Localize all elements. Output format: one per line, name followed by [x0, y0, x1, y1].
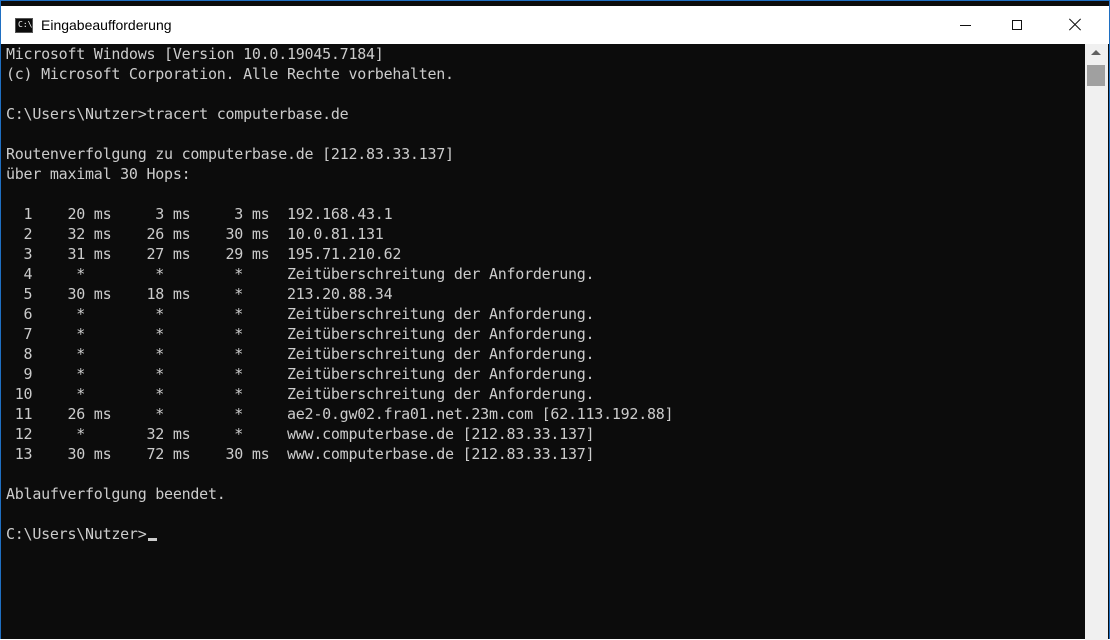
console-line: 10 * * * Zeitüberschreitung der Anforder…	[6, 385, 595, 403]
title-bar[interactable]: C:\. Eingabeaufforderung	[1, 6, 1109, 44]
vertical-scrollbar[interactable]	[1085, 44, 1108, 640]
close-icon	[1069, 19, 1081, 31]
console-line: C:\Users\Nutzer>tracert computerbase.de	[6, 105, 349, 123]
console-line: (c) Microsoft Corporation. Alle Rechte v…	[6, 65, 454, 83]
scrollbar-thumb[interactable]	[1087, 65, 1105, 86]
console-line: 11 26 ms * * ae2-0.gw02.fra01.net.23m.co…	[6, 405, 674, 423]
console-line: 13 30 ms 72 ms 30 ms www.computerbase.de…	[6, 445, 595, 463]
console-output[interactable]: Microsoft Windows [Version 10.0.19045.71…	[6, 44, 1081, 640]
console-line: 3 31 ms 27 ms 29 ms 195.71.210.62	[6, 245, 402, 263]
console-icon[interactable]: C:\.	[15, 18, 37, 33]
window-title: Eingabeaufforderung	[41, 17, 172, 33]
text-cursor	[147, 538, 157, 541]
prompt-line[interactable]: C:\Users\Nutzer>	[6, 524, 1081, 544]
console-line: 1 20 ms 3 ms 3 ms 192.168.43.1	[6, 205, 393, 223]
console-line: 2 32 ms 26 ms 30 ms 10.0.81.131	[6, 225, 384, 243]
minimize-button[interactable]	[942, 6, 988, 44]
console-icon-glyph: C:\.	[18, 20, 38, 29]
console-line: 12 * 32 ms * www.computerbase.de [212.83…	[6, 425, 595, 443]
command-prompt-window: C:\. Eingabeaufforderung Microsoft Windo…	[0, 0, 1110, 640]
console-line: über maximal 30 Hops:	[6, 165, 191, 183]
console-line: 5 30 ms 18 ms * 213.20.88.34	[6, 285, 393, 303]
scroll-up-arrow-icon[interactable]	[1091, 50, 1101, 55]
prompt-text: C:\Users\Nutzer>	[6, 525, 147, 543]
console-line: 7 * * * Zeitüberschreitung der Anforderu…	[6, 325, 595, 343]
console-line: 6 * * * Zeitüberschreitung der Anforderu…	[6, 305, 595, 323]
minimize-icon	[959, 24, 971, 26]
maximize-icon	[1012, 20, 1022, 30]
console-line: 9 * * * Zeitüberschreitung der Anforderu…	[6, 365, 595, 383]
console-line: Microsoft Windows [Version 10.0.19045.71…	[6, 45, 384, 63]
close-button[interactable]	[1052, 6, 1098, 44]
console-line: Routenverfolgung zu computerbase.de [212…	[6, 145, 454, 163]
console-line: 8 * * * Zeitüberschreitung der Anforderu…	[6, 345, 595, 363]
console-line: 4 * * * Zeitüberschreitung der Anforderu…	[6, 265, 595, 283]
maximize-button[interactable]	[994, 6, 1040, 44]
console-line: Ablaufverfolgung beendet.	[6, 485, 226, 503]
